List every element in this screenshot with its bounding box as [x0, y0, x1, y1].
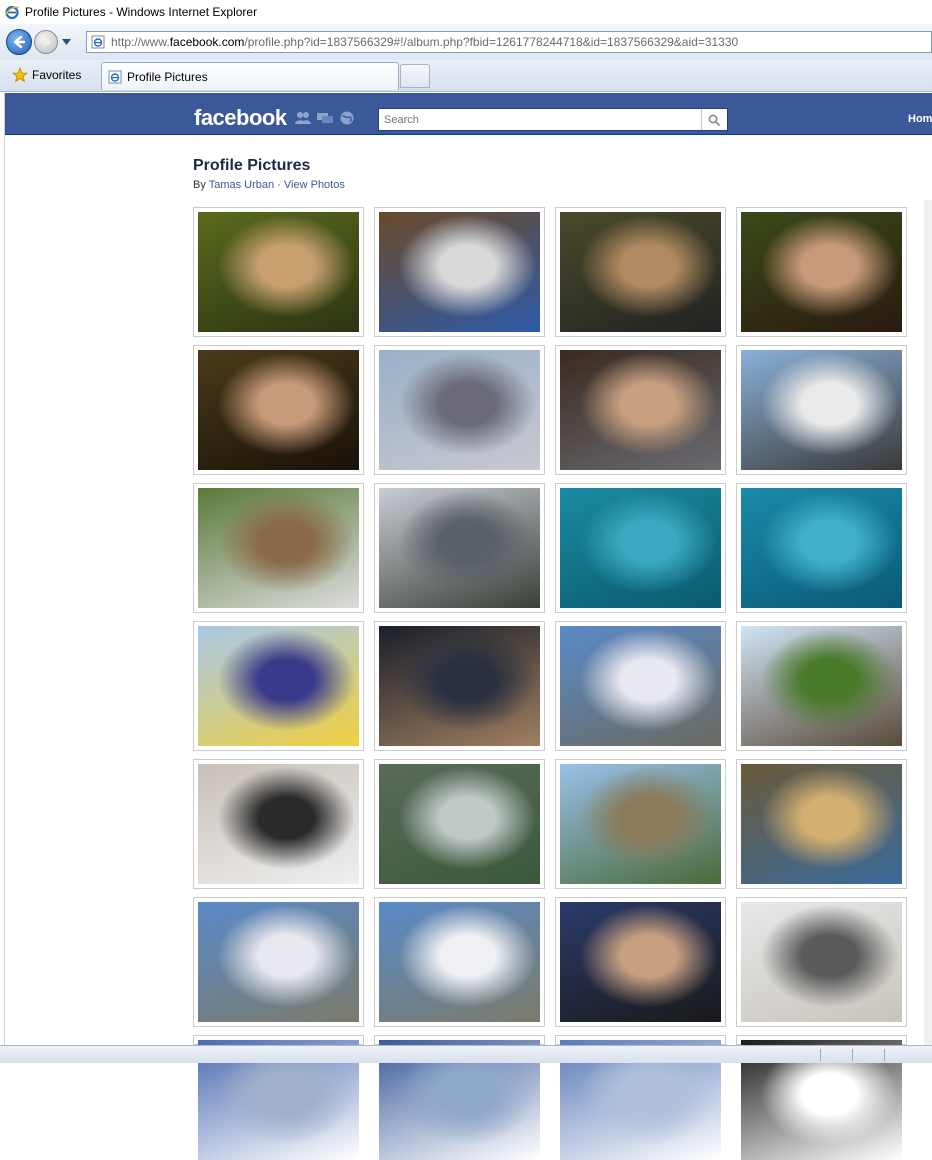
photo-image — [741, 488, 902, 608]
recent-pages-dropdown[interactable] — [60, 36, 72, 48]
photo-thumbnail[interactable] — [193, 483, 364, 613]
byline-prefix: By — [193, 179, 209, 191]
photo-thumbnail[interactable] — [555, 621, 726, 751]
photo-thumbnail[interactable] — [555, 483, 726, 613]
album-byline: By Tamas Urban · View Photos — [193, 179, 345, 191]
photo-thumbnail[interactable] — [555, 207, 726, 337]
photo-thumbnail[interactable] — [374, 759, 545, 889]
photo-image — [379, 212, 540, 332]
photo-image — [198, 902, 359, 1022]
back-button[interactable] — [6, 29, 32, 55]
notifications-globe-icon[interactable] — [339, 111, 355, 125]
photo-image — [741, 902, 902, 1022]
album-title: Profile Pictures — [193, 157, 311, 174]
photo-thumbnail[interactable] — [193, 621, 364, 751]
photo-thumbnail[interactable] — [736, 207, 907, 337]
address-path: /profile.php?id=1837566329#!/album.php?f… — [244, 35, 739, 49]
photo-thumbnail[interactable] — [374, 621, 545, 751]
photo-image — [741, 626, 902, 746]
photo-image — [379, 488, 540, 608]
facebook-logo[interactable]: facebook — [194, 105, 287, 131]
favorites-label: Favorites — [32, 68, 82, 82]
photo-thumbnail[interactable] — [193, 1035, 364, 1160]
photo-image — [560, 902, 721, 1022]
search-box — [378, 108, 728, 131]
photo-thumbnail[interactable] — [374, 345, 545, 475]
photo-thumbnail[interactable] — [193, 759, 364, 889]
address-host: facebook.com — [169, 35, 245, 49]
arrow-left-icon — [13, 35, 26, 49]
messages-icon[interactable] — [317, 111, 333, 125]
photo-thumbnail[interactable] — [193, 207, 364, 337]
jewel-icons — [295, 111, 355, 125]
window-title-bar: Profile Pictures - Windows Internet Expl… — [0, 0, 932, 24]
photo-thumbnail[interactable] — [736, 759, 907, 889]
status-bar — [0, 1045, 932, 1063]
friend-requests-icon[interactable] — [295, 111, 311, 125]
new-tab-button[interactable] — [400, 64, 430, 88]
chevron-down-icon — [61, 39, 71, 45]
photo-image — [560, 212, 721, 332]
photo-thumbnail[interactable] — [555, 345, 726, 475]
address-bar[interactable]: http://www. facebook.com/profile.php?id=1… — [86, 31, 932, 53]
photo-image — [560, 764, 721, 884]
photo-image — [198, 212, 359, 332]
photo-thumbnail[interactable] — [374, 207, 545, 337]
search-button[interactable] — [701, 109, 725, 130]
photo-thumbnail[interactable] — [555, 897, 726, 1027]
search-input[interactable] — [379, 109, 701, 130]
photo-image — [560, 626, 721, 746]
photo-image — [198, 764, 359, 884]
tab-profile-pictures[interactable]: Profile Pictures — [101, 62, 399, 90]
photo-image — [741, 350, 902, 470]
window-title: Profile Pictures - Windows Internet Expl… — [25, 5, 258, 19]
photo-image — [379, 626, 540, 746]
arrow-right-icon — [40, 36, 51, 48]
tab-label: Profile Pictures — [127, 69, 208, 84]
vertical-scrollbar[interactable] — [924, 200, 932, 1045]
photo-image — [198, 350, 359, 470]
favorites-button[interactable]: Favorites — [4, 63, 89, 87]
photo-image — [379, 902, 540, 1022]
tab-bar: Favorites Profile Pictures — [0, 60, 932, 92]
navigation-bar: http://www. facebook.com/profile.php?id=1… — [0, 24, 932, 60]
photo-thumbnail[interactable] — [736, 1035, 907, 1160]
page-icon — [91, 35, 105, 49]
photo-image — [741, 764, 902, 884]
address-prefix: http://www. — [111, 35, 170, 49]
byline-separator: · — [274, 179, 284, 191]
internet-explorer-icon — [4, 5, 19, 20]
forward-button[interactable] — [34, 30, 58, 54]
home-link[interactable]: Hom — [908, 113, 932, 125]
photo-image — [379, 764, 540, 884]
photo-thumbnail[interactable] — [193, 345, 364, 475]
photo-thumbnail[interactable] — [736, 897, 907, 1027]
page-icon — [108, 70, 122, 83]
photo-thumbnail[interactable] — [736, 483, 907, 613]
photo-image — [560, 488, 721, 608]
photo-thumbnail[interactable] — [374, 897, 545, 1027]
facebook-header: facebook Hom — [5, 93, 932, 135]
search-icon — [708, 114, 720, 126]
photo-image — [741, 212, 902, 332]
star-icon — [12, 67, 28, 83]
photo-image — [198, 626, 359, 746]
owner-link[interactable]: Tamas Urban — [209, 179, 274, 191]
photo-thumbnail[interactable] — [555, 1035, 726, 1160]
photo-thumbnail[interactable] — [193, 897, 364, 1027]
viewport-edge — [0, 93, 5, 1045]
photo-image — [198, 488, 359, 608]
photo-image — [379, 350, 540, 470]
photo-thumbnail[interactable] — [555, 759, 726, 889]
photo-thumbnail[interactable] — [374, 1035, 545, 1160]
photo-thumbnail[interactable] — [736, 621, 907, 751]
view-photos-link[interactable]: View Photos — [284, 179, 345, 191]
photo-image — [560, 350, 721, 470]
photo-thumbnail[interactable] — [374, 483, 545, 613]
photo-thumbnail[interactable] — [736, 345, 907, 475]
